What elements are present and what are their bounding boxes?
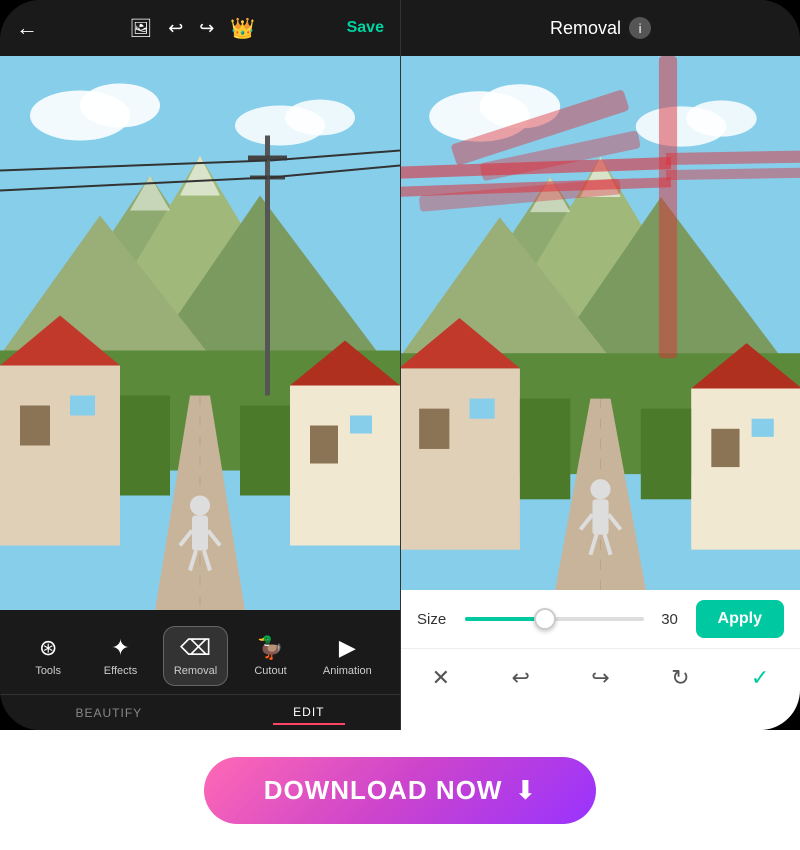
- tab-beautify[interactable]: BEAUTIFY: [55, 702, 162, 724]
- download-icon: ⬇: [514, 775, 536, 806]
- size-label: Size: [417, 611, 453, 628]
- reset-action-icon[interactable]: ↻: [671, 665, 689, 691]
- right-header: Removal i: [401, 0, 800, 56]
- phone-right: Removal i: [400, 0, 800, 730]
- back-button[interactable]: ←: [16, 15, 38, 41]
- download-text: DOWNLOAD NOW: [264, 775, 503, 806]
- image-icon: 🖼: [129, 18, 152, 39]
- size-slider[interactable]: [465, 617, 644, 621]
- redo-action-icon[interactable]: ↪: [591, 665, 609, 691]
- slider-thumb[interactable]: [534, 608, 556, 630]
- close-action-icon[interactable]: ✕: [432, 665, 450, 691]
- effects-label: Effects: [104, 665, 137, 677]
- download-button[interactable]: DOWNLOAD NOW ⬇: [204, 757, 597, 824]
- removal-title: Removal: [550, 18, 621, 39]
- crown-icon: 👑: [230, 16, 255, 41]
- tool-removal[interactable]: ⌫ Removal: [163, 626, 228, 686]
- tools-label: Tools: [35, 665, 61, 677]
- animation-icon: ▶: [339, 635, 356, 661]
- tool-effects[interactable]: ✦ Effects: [90, 627, 150, 685]
- apply-button[interactable]: Apply: [696, 600, 784, 638]
- slider-fill: [465, 617, 545, 621]
- photo-left: [0, 56, 400, 610]
- phone-left: ← 🖼 ↩ ↪ 👑 Save: [0, 0, 400, 730]
- download-container: DOWNLOAD NOW ⬇: [0, 730, 800, 850]
- left-header: ← 🖼 ↩ ↪ 👑 Save: [0, 0, 400, 56]
- redo-icon[interactable]: ↪: [199, 18, 214, 39]
- removal-label: Removal: [174, 665, 217, 677]
- size-row: Size 30 Apply: [401, 590, 800, 648]
- phones-container: ← 🖼 ↩ ↪ 👑 Save: [0, 0, 800, 730]
- action-row: ✕ ↩ ↪ ↻ ✓: [401, 648, 800, 706]
- tool-tools[interactable]: ⊛ Tools: [18, 627, 78, 685]
- tool-icons-row: ⊛ Tools ✦ Effects ⌫ Removal 🦆 Cutout ▶: [0, 610, 400, 694]
- animation-label: Animation: [323, 665, 372, 677]
- effects-icon: ✦: [111, 635, 129, 661]
- tool-cutout[interactable]: 🦆 Cutout: [241, 627, 301, 685]
- bottom-controls: Size 30 Apply ✕ ↩ ↪ ↻ ✓: [401, 590, 800, 730]
- removal-icon: ⌫: [180, 635, 211, 661]
- left-scene-svg: [0, 56, 400, 610]
- info-icon[interactable]: i: [629, 17, 651, 39]
- tab-edit[interactable]: EDIT: [273, 701, 344, 725]
- save-button[interactable]: Save: [347, 19, 384, 37]
- undo-icon[interactable]: ↩: [168, 18, 183, 39]
- cutout-icon: 🦆: [257, 635, 284, 661]
- header-icons: 🖼 ↩ ↪ 👑: [129, 16, 255, 41]
- undo-action-icon[interactable]: ↩: [511, 665, 529, 691]
- toolbar-left: ⊛ Tools ✦ Effects ⌫ Removal 🦆 Cutout ▶: [0, 610, 400, 730]
- right-scene-svg: [401, 56, 800, 590]
- bottom-tabs: BEAUTIFY EDIT: [0, 694, 400, 730]
- tools-icon: ⊛: [39, 635, 57, 661]
- cutout-label: Cutout: [254, 665, 286, 677]
- photo-right: [401, 56, 800, 590]
- size-value: 30: [656, 611, 684, 628]
- tool-animation[interactable]: ▶ Animation: [313, 627, 382, 685]
- confirm-action-icon[interactable]: ✓: [751, 665, 769, 691]
